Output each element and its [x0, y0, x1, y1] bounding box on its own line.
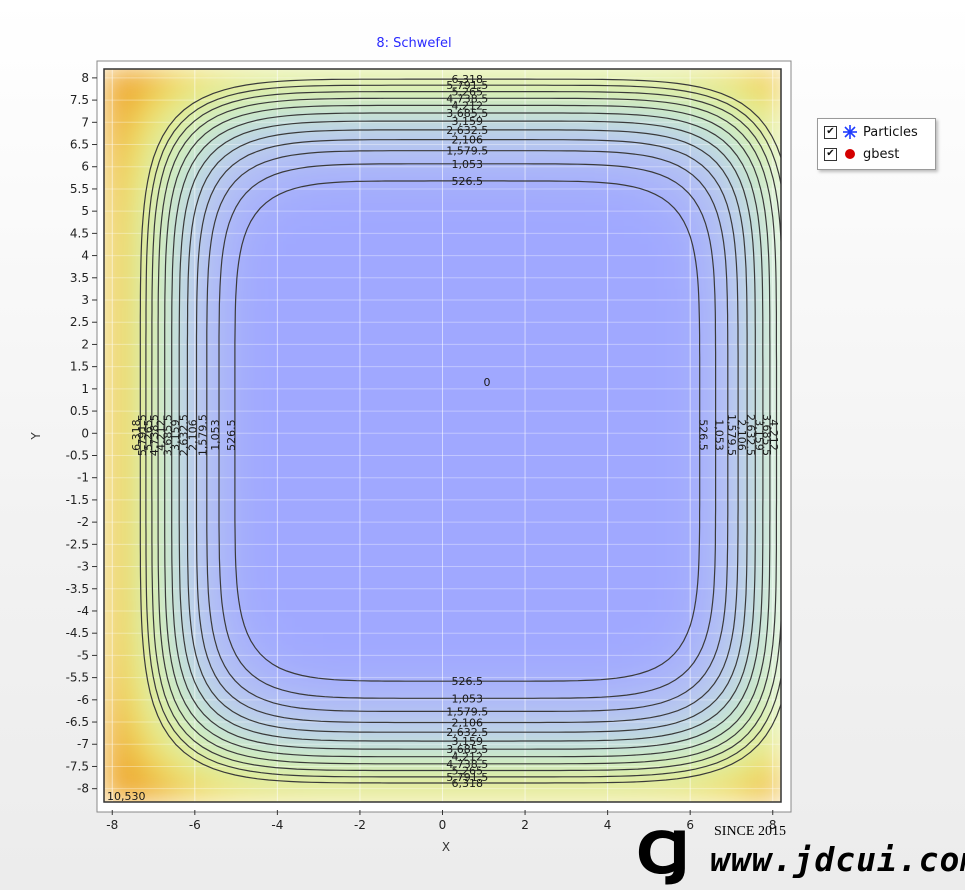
x-tick-label: 4 [604, 818, 612, 832]
legend: ✔ Particles ✔ gbest [817, 118, 936, 170]
logo-since: SINCE 2015 [714, 824, 786, 839]
y-tick-label: 0 [81, 426, 89, 440]
contour-label: 6,318 [452, 777, 484, 790]
y-tick-label: 6.5 [70, 138, 89, 152]
y-tick-label: -6 [77, 693, 89, 707]
y-tick-label: 3 [81, 293, 89, 307]
y-tick-label: -3 [77, 560, 89, 574]
x-tick-label: -6 [189, 818, 201, 832]
contour-label: 526.5 [452, 175, 484, 188]
max-value-label: 10,530 [107, 790, 146, 803]
y-axis-label: Y [29, 432, 43, 441]
y-tick-label: 1 [81, 382, 89, 396]
legend-item-particles[interactable]: ✔ Particles [824, 123, 918, 141]
y-tick-label: 3.5 [70, 271, 89, 285]
legend-label-particles: Particles [863, 124, 918, 140]
y-tick-label: 2.5 [70, 315, 89, 329]
y-tick-label: -3.5 [66, 582, 89, 596]
x-axis-label: X [442, 840, 450, 854]
y-tick-label: 7.5 [70, 93, 89, 107]
contour-label: 526.5 [452, 675, 484, 688]
y-tick-label: -1.5 [66, 493, 89, 507]
y-tick-label: -2 [77, 515, 89, 529]
contour-label: 1,053 [452, 692, 484, 705]
contour-label: 6,318 [452, 73, 484, 86]
chart-title: 8: Schwefel [376, 36, 451, 51]
y-tick-label: 5.5 [70, 182, 89, 196]
y-tick-label: -7 [77, 737, 89, 751]
y-tick-label: 1.5 [70, 360, 89, 374]
logo-url: www.jdcui.com [710, 840, 965, 879]
min-value-label: 0 [484, 376, 491, 389]
contour-label: 4,212 [767, 419, 780, 451]
watermark-logo: CJ SINCE 2015 www.jdcui.com [632, 819, 965, 887]
y-tick-label: 7 [81, 115, 89, 129]
y-tick-label: 2 [81, 337, 89, 351]
y-tick-label: -5.5 [66, 671, 89, 685]
contour-label: 1,579.5 [446, 145, 488, 158]
x-tick-label: -2 [354, 818, 366, 832]
contour-label: 526.5 [697, 419, 710, 451]
circle-icon [845, 149, 855, 159]
y-tick-label: 0.5 [70, 404, 89, 418]
contour-label: 526.5 [225, 419, 238, 451]
contour-label: 1,053 [713, 419, 726, 451]
y-tick-label: 6 [81, 160, 89, 174]
x-tick-label: -8 [106, 818, 118, 832]
y-tick-label: -8 [77, 782, 89, 796]
y-tick-label: -0.5 [66, 448, 89, 462]
y-tick-label: 4 [81, 249, 89, 263]
particles-checkbox[interactable]: ✔ [824, 125, 837, 139]
y-tick-label: -1 [77, 471, 89, 485]
x-tick-label: -4 [271, 818, 283, 832]
logo-mark: CJ [636, 819, 690, 887]
asterisk-icon [843, 125, 857, 139]
y-tick-label: 8 [81, 71, 89, 85]
x-tick-label: 0 [439, 818, 447, 832]
gbest-checkbox[interactable]: ✔ [824, 147, 837, 161]
y-tick-label: -5 [77, 648, 89, 662]
contour-label: 1,053 [209, 419, 222, 451]
y-tick-label: -2.5 [66, 537, 89, 551]
y-tick-label: -6.5 [66, 715, 89, 729]
legend-label-gbest: gbest [863, 146, 900, 162]
y-tick-label: -4 [77, 604, 89, 618]
contour-label: 1,053 [452, 158, 484, 171]
y-tick-label: 4.5 [70, 226, 89, 240]
contour-label: 6,318 [130, 419, 143, 451]
x-tick-label: 2 [521, 818, 529, 832]
y-tick-label: -4.5 [66, 626, 89, 640]
y-tick-label: 5 [81, 204, 89, 218]
y-tick-label: -7.5 [66, 759, 89, 773]
legend-item-gbest[interactable]: ✔ gbest [824, 145, 899, 163]
